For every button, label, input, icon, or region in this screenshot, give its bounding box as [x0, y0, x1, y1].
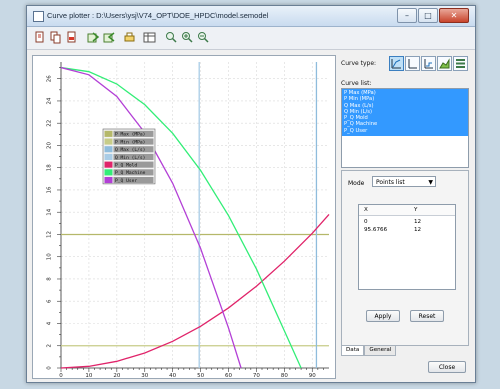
close-button[interactable]: Close: [428, 361, 466, 373]
x-tick-label: 10: [85, 373, 92, 378]
x-tick-label: 60: [225, 373, 232, 378]
import-icon[interactable]: [87, 31, 100, 44]
y-tick-label: 20: [47, 141, 53, 148]
plot-area[interactable]: 0 10 20 30 40 50 60 70 80 90 0 2 4 6 8 10 12 14 16 18 20 22 24…: [32, 55, 336, 379]
zoom-in-icon[interactable]: [181, 31, 194, 44]
legend-swatch: [104, 146, 113, 153]
minimize-button[interactable]: –: [397, 8, 417, 23]
table-cell-x[interactable]: 95.6766: [364, 227, 387, 233]
series-pq-machine: [60, 66, 302, 369]
series-pq-mold: [60, 214, 330, 369]
curve-type-area-icon[interactable]: [437, 56, 452, 71]
print-icon[interactable]: [123, 31, 136, 44]
y-tick-label: 12: [47, 231, 53, 238]
mode-label: Mode: [348, 180, 365, 187]
y-tick-label: 8: [47, 277, 53, 281]
x-tick-label: 0: [59, 373, 63, 378]
right-panel: Curve type: Curve list: P Max (MPa) P Min…: [340, 55, 470, 377]
x-tick-label: 90: [309, 373, 316, 378]
curve-list-selection: P Max (MPa) P Min (MPa) Q Max (L/s) Q Min (…: [342, 89, 468, 137]
legend-label: P Min (MPa): [115, 139, 145, 145]
mode-select[interactable]: Points list ▼: [372, 176, 436, 187]
curve-plotter-window: Curve plotter : D:\Users\ysj\V74_OPT\DOE…: [26, 5, 476, 383]
table-header-y: Y: [414, 207, 418, 213]
table-cell-x[interactable]: 0: [364, 219, 368, 225]
y-tick-label: 22: [47, 120, 53, 127]
y-tick-label: 10: [47, 253, 53, 260]
legend-swatch: [104, 130, 113, 137]
tab-data[interactable]: Data: [341, 346, 365, 356]
window-controls: – □ ✕: [397, 8, 469, 23]
curve-type-axes-icon[interactable]: [405, 56, 420, 71]
legend-label: Q Max (L/s): [115, 147, 145, 153]
y-tick-label: 6: [47, 299, 53, 303]
series-pq-user: [60, 66, 242, 369]
app-icon: [33, 11, 44, 22]
curve-list-item[interactable]: P_Q User: [342, 128, 468, 134]
legend-swatch: [104, 177, 113, 184]
table-header-x: X: [364, 207, 368, 213]
y-tick-label: 18: [47, 164, 53, 171]
y-tick-label: 16: [47, 186, 53, 193]
apply-button[interactable]: Apply: [366, 310, 400, 322]
y-tick-label: 24: [47, 97, 53, 104]
x-tick-label: 80: [281, 373, 288, 378]
curve-type-list-icon[interactable]: [453, 56, 468, 71]
legend-label: P_Q Mold: [115, 162, 137, 168]
toolbar: [27, 27, 475, 50]
legend-swatch: [104, 169, 113, 176]
legend-swatch: [104, 161, 113, 168]
window-title: Curve plotter : D:\Users\ysj\V74_OPT\DOE…: [47, 11, 269, 20]
y-tick-label: 26: [47, 75, 53, 82]
chevron-down-icon: ▼: [428, 179, 433, 186]
new-icon[interactable]: [33, 31, 46, 44]
x-tick-label: 20: [113, 373, 120, 378]
legend-label: P Max (MPa): [115, 132, 145, 138]
curve-type-step-icon[interactable]: [421, 56, 436, 71]
curve-chart[interactable]: 0 10 20 30 40 50 60 70 80 90024681012141618202224…: [33, 56, 335, 378]
panel-tabs: Data General: [341, 346, 397, 356]
curve-list[interactable]: P Max (MPa) P Min (MPa) Q Max (L/s) Q Min (…: [341, 88, 469, 168]
close-window-button[interactable]: ✕: [439, 8, 469, 23]
table-header: [359, 205, 455, 216]
y-tick-label: 0: [47, 366, 53, 370]
copy-icon[interactable]: [49, 31, 62, 44]
legend-label: P_Q Machine: [115, 170, 146, 176]
maximize-button[interactable]: □: [418, 8, 438, 23]
table-cell-y[interactable]: 12: [414, 219, 421, 225]
tab-content-frame: Mode Points list ▼ X Y 0 12 95.6766 12 A…: [341, 170, 469, 346]
curve-type-label: Curve type:: [341, 60, 377, 67]
points-table[interactable]: X Y 0 12 95.6766 12: [358, 204, 456, 290]
legend-label: P_Q User: [115, 178, 137, 184]
pdf-icon[interactable]: [65, 31, 78, 44]
legend-swatch: [104, 153, 113, 160]
reset-button[interactable]: Reset: [410, 310, 444, 322]
x-tick-label: 40: [169, 373, 176, 378]
curve-list-label: Curve list:: [341, 80, 372, 87]
x-tick-label: 50: [197, 373, 204, 378]
tab-general[interactable]: General: [364, 346, 397, 356]
y-tick-label: 14: [47, 208, 53, 215]
table-icon[interactable]: [143, 31, 156, 44]
mode-select-value: Points list: [376, 179, 405, 186]
curve-type-linear-icon[interactable]: [389, 56, 404, 71]
export-icon[interactable]: [103, 31, 116, 44]
x-tick-label: 70: [253, 373, 260, 378]
legend-label: Q Min (L/s): [115, 155, 145, 161]
x-tick-label: 30: [141, 373, 148, 378]
legend-swatch: [104, 138, 113, 145]
zoom-out-icon[interactable]: [197, 31, 210, 44]
table-cell-y[interactable]: 12: [414, 227, 421, 233]
zoom-icon[interactable]: [165, 31, 178, 44]
title-bar[interactable]: Curve plotter : D:\Users\ysj\V74_OPT\DOE…: [27, 6, 475, 27]
y-tick-label: 2: [47, 344, 53, 348]
y-tick-label: 4: [47, 321, 53, 325]
